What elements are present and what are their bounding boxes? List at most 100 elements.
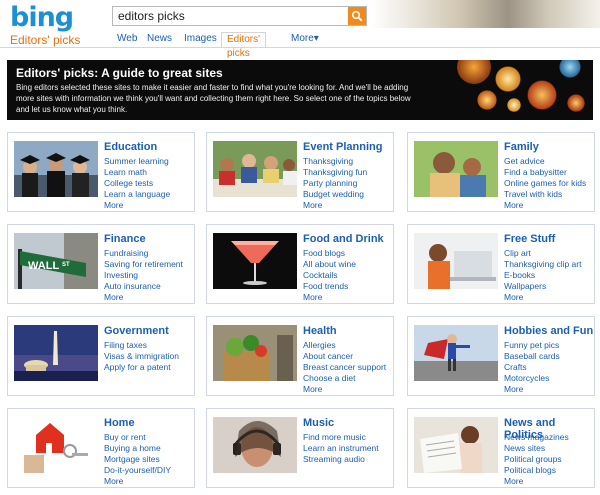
superhero-photo[interactable]	[414, 325, 498, 381]
category-title[interactable]: Hobbies and Fun	[504, 325, 593, 337]
scope-web[interactable]: Web	[112, 32, 142, 48]
category-link[interactable]: Streaming audio	[303, 454, 379, 465]
category-link[interactable]: College tests	[104, 178, 170, 189]
category-link[interactable]: Do-it-yourself/DIY	[104, 465, 171, 476]
category-link[interactable]: Thanksgiving clip art	[504, 259, 581, 270]
category-link[interactable]: Auto insurance	[104, 281, 183, 292]
scope-editors-picks[interactable]: Editors' picks	[221, 32, 267, 59]
more-link[interactable]: More	[303, 292, 356, 303]
category-link[interactable]: Summer learning	[104, 156, 170, 167]
header-divider	[0, 47, 600, 48]
headphones-photo[interactable]	[213, 417, 297, 473]
category-title[interactable]: Health	[303, 325, 337, 337]
category-title[interactable]: Family	[504, 141, 539, 153]
category-link[interactable]: Motorcycles	[504, 373, 560, 384]
category-card-food-and-drink: Food and Drink Food blogs All about wine…	[206, 224, 394, 304]
category-link[interactable]: Learn an instrument	[303, 443, 379, 454]
capitol-photo[interactable]	[14, 325, 98, 381]
category-link[interactable]: Mortgage sites	[104, 454, 171, 465]
category-link[interactable]: Find more music	[303, 432, 379, 443]
category-link[interactable]: Budget wedding	[303, 189, 367, 200]
category-card-family: Family Get advice Find a babysitter Onli…	[407, 132, 595, 212]
intro-banner: Editors' picks: A guide to great sites B…	[7, 60, 593, 120]
category-link[interactable]: Party planning	[303, 178, 367, 189]
more-link[interactable]: More	[303, 384, 386, 395]
more-link[interactable]: More	[104, 476, 171, 487]
category-link[interactable]: Funny pet pics	[504, 340, 560, 351]
category-card-finance: WALL ST Finance Fundraising Saving for re…	[7, 224, 195, 304]
category-link[interactable]: Allergies	[303, 340, 386, 351]
graduates-photo[interactable]	[14, 141, 98, 197]
category-link[interactable]: Crafts	[504, 362, 560, 373]
more-link[interactable]: More	[104, 292, 183, 303]
wall-street-sign-photo[interactable]: WALL ST	[14, 233, 98, 289]
category-link[interactable]: Buying a home	[104, 443, 171, 454]
category-link[interactable]: Food trends	[303, 281, 356, 292]
category-title[interactable]: Education	[104, 141, 157, 153]
scope-more[interactable]: More▾	[286, 32, 324, 48]
bokeh-light	[495, 66, 521, 92]
category-link[interactable]: Find a babysitter	[504, 167, 586, 178]
category-link[interactable]: Breast cancer support	[303, 362, 386, 373]
search-icon	[351, 10, 363, 22]
party-photo[interactable]	[213, 141, 297, 197]
category-link[interactable]: Clip art	[504, 248, 581, 259]
category-link[interactable]: Learn math	[104, 167, 170, 178]
bing-logo[interactable]: bing	[10, 2, 74, 33]
category-link[interactable]: Food blogs	[303, 248, 356, 259]
category-link[interactable]: Choose a diet	[303, 373, 386, 384]
more-link[interactable]: More	[303, 200, 367, 211]
family-photo[interactable]	[414, 141, 498, 197]
category-link[interactable]: Online games for kids	[504, 178, 586, 189]
category-link[interactable]: Wallpapers	[504, 281, 581, 292]
category-link[interactable]: News magazines	[504, 432, 569, 443]
vegetable-basket-photo[interactable]	[213, 325, 297, 381]
category-link[interactable]: Fundraising	[104, 248, 183, 259]
category-link[interactable]: Baseball cards	[504, 351, 560, 362]
search-box[interactable]	[112, 6, 367, 26]
category-link[interactable]: Cocktails	[303, 270, 356, 281]
category-card-education: Education Summer learning Learn math Col…	[7, 132, 195, 212]
category-title[interactable]: Free Stuff	[504, 233, 555, 245]
cocktail-photo[interactable]	[213, 233, 297, 289]
category-link[interactable]: Apply for a patent	[104, 362, 179, 373]
category-link[interactable]: Political groups	[504, 454, 569, 465]
category-title[interactable]: Government	[104, 325, 169, 337]
category-link[interactable]: Thanksgiving	[303, 156, 367, 167]
category-link[interactable]: E-books	[504, 270, 581, 281]
category-title[interactable]: Food and Drink	[303, 233, 384, 245]
category-link[interactable]: All about wine	[303, 259, 356, 270]
scope-news[interactable]: News	[142, 32, 177, 48]
category-card-hobbies-and-fun: Hobbies and Fun Funny pet pics Baseball …	[407, 316, 595, 396]
category-link[interactable]: Investing	[104, 270, 183, 281]
bokeh-light	[477, 90, 497, 110]
more-link[interactable]: More	[504, 384, 560, 395]
category-title[interactable]: Music	[303, 417, 334, 429]
search-button[interactable]	[348, 7, 366, 25]
more-link[interactable]: More	[104, 200, 170, 211]
category-title[interactable]: Home	[104, 417, 135, 429]
category-card-government: Government Filing taxes Visas & immigrat…	[7, 316, 195, 396]
category-link[interactable]: Political blogs	[504, 465, 569, 476]
category-title[interactable]: Finance	[104, 233, 146, 245]
category-link[interactable]: Visas & immigration	[104, 351, 179, 362]
scope-images[interactable]: Images	[179, 32, 222, 48]
category-link[interactable]: Buy or rent	[104, 432, 171, 443]
category-link[interactable]: Get advice	[504, 156, 586, 167]
house-keys-photo[interactable]	[14, 417, 98, 473]
category-link[interactable]: About cancer	[303, 351, 386, 362]
category-link[interactable]: Learn a language	[104, 189, 170, 200]
woman-laptop-photo[interactable]	[414, 233, 498, 289]
newspaper-reader-photo[interactable]	[414, 417, 498, 473]
search-input[interactable]	[113, 7, 343, 25]
category-link[interactable]: Thanksgiving fun	[303, 167, 367, 178]
category-link[interactable]: News sites	[504, 443, 569, 454]
category-link[interactable]: Saving for retirement	[104, 259, 183, 270]
category-card-event-planning: Event Planning Thanksgiving Thanksgiving…	[206, 132, 394, 212]
more-link[interactable]: More	[504, 200, 586, 211]
category-link[interactable]: Filing taxes	[104, 340, 179, 351]
category-title[interactable]: Event Planning	[303, 141, 382, 153]
category-link[interactable]: Travel with kids	[504, 189, 586, 200]
more-link[interactable]: More	[504, 292, 581, 303]
more-link[interactable]: More	[504, 476, 569, 487]
